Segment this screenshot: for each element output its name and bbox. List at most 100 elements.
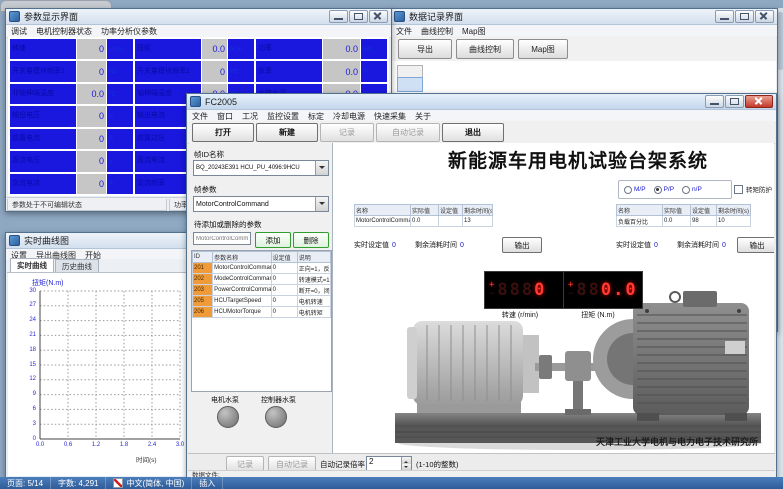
- minus-sign: −: [489, 290, 494, 299]
- maximize-button[interactable]: [725, 95, 744, 108]
- command-output-button[interactable]: 输出: [502, 237, 542, 253]
- record-titlebar[interactable]: 数据记录界面: [391, 9, 777, 25]
- speed-value: 0: [534, 280, 546, 300]
- language-indicator[interactable]: 中文(简体, 中国): [106, 477, 192, 489]
- record-toolbar-button-1[interactable]: 曲线控制: [456, 39, 514, 59]
- page-indicator[interactable]: 页面: 5/14: [0, 477, 51, 489]
- minimize-button[interactable]: [715, 10, 734, 23]
- main-menu-item-0[interactable]: 文件: [192, 111, 208, 122]
- table-row[interactable]: 202ModeControlCommand0转速模式=1，: [193, 274, 331, 285]
- cmd-table: 名称实际值设定值剩余时间(s)MotorControlCommand0.013: [354, 204, 493, 227]
- table-row[interactable]: 205HCUTargetSpeed0电机转速: [193, 296, 331, 307]
- insert-mode-indicator[interactable]: 插入: [192, 477, 223, 489]
- close-button[interactable]: [755, 10, 774, 23]
- record-menu-item-0[interactable]: 文件: [396, 26, 412, 37]
- main-titlebar[interactable]: FC2005: [187, 94, 776, 110]
- controller-pump-label: 控制器水泵: [261, 395, 296, 405]
- motor-pump-indicator[interactable]: [217, 406, 239, 428]
- param-menu-item-2[interactable]: 功率分析仪参数: [101, 26, 157, 37]
- cell: HCUMotorTorque: [213, 307, 271, 318]
- param-menu-item-0[interactable]: 调试: [11, 26, 27, 37]
- param-name-input[interactable]: [193, 232, 251, 245]
- controller-pump-indicator[interactable]: [265, 406, 287, 428]
- motor-pump-label: 电机水泵: [211, 395, 239, 405]
- word-count[interactable]: 字数: 4,291: [51, 477, 106, 489]
- toolbar-button-1[interactable]: 新建: [256, 123, 318, 142]
- param-titlebar[interactable]: 参数显示界面: [6, 9, 391, 25]
- cell: 201: [193, 263, 213, 274]
- speed-display-label: 转速 (r/min): [484, 310, 556, 320]
- load-table: 名称实际值设定值剩余时间(s)负载百分比0.09810: [616, 204, 750, 227]
- main-menu-item-2[interactable]: 工况: [242, 111, 258, 122]
- table-row[interactable]: MotorControlCommand0.013: [355, 216, 493, 227]
- main-menu-item-3[interactable]: 监控设置: [267, 111, 299, 122]
- rate-spinner[interactable]: 2: [366, 456, 412, 471]
- minimize-button[interactable]: [705, 95, 724, 108]
- minimize-button[interactable]: [329, 10, 348, 23]
- cell: 0.0: [411, 216, 439, 227]
- param-label: 开关量模块频率1: [10, 61, 76, 81]
- param-cell-group: 效率0.0%: [256, 61, 387, 81]
- load-output-button[interactable]: 输出: [737, 237, 774, 253]
- chevron-down-icon[interactable]: [315, 197, 328, 211]
- record-menu-item-2[interactable]: Map图: [462, 26, 486, 37]
- delete-param-button[interactable]: 删除: [293, 232, 329, 248]
- column-header: ID: [193, 252, 213, 263]
- chevron-down-icon[interactable]: [315, 161, 328, 175]
- table-row[interactable]: 201MotorControlCommand0正向=1，反向: [193, 263, 331, 274]
- close-button[interactable]: [745, 95, 773, 108]
- tab-realtime[interactable]: 实时曲线: [10, 258, 54, 272]
- main-menu-item-5[interactable]: 冷却电源: [333, 111, 365, 122]
- maximize-button[interactable]: [735, 10, 754, 23]
- param-cell-group: 扭矩0.0N.m: [135, 39, 254, 59]
- toolbar-button-3[interactable]: 自动记录: [376, 123, 440, 142]
- record-toolbar-button-2[interactable]: Map图: [518, 39, 568, 59]
- table-row[interactable]: 203PowerControlCommand0断开=0，闭合: [193, 285, 331, 296]
- table-row[interactable]: 负载百分比0.09810: [617, 216, 751, 227]
- record-menu-item-1[interactable]: 曲线控制: [421, 26, 453, 37]
- mode-radio-M/P[interactable]: M/P: [624, 186, 646, 194]
- can-param-table-container: ID参数名称设定值说明201MotorControlCommand0正向=1，反…: [191, 250, 332, 392]
- cell: 0: [271, 285, 297, 296]
- main-menu-item-4[interactable]: 标定: [308, 111, 324, 122]
- toolbar-button-4[interactable]: 退出: [442, 123, 504, 142]
- cell: 转速模式=1，: [297, 274, 330, 285]
- add-remove-label: 待添加或删除的参数: [194, 219, 262, 230]
- system-title: 新能源车用电机试验台架系统: [413, 146, 743, 173]
- param-value: 0.0: [202, 39, 227, 59]
- param-unit: Hz: [107, 61, 133, 81]
- param-label: 转速: [10, 39, 76, 59]
- frame-param-combobox[interactable]: MotorControlCommand: [193, 196, 329, 212]
- checkbox-icon[interactable]: [734, 185, 743, 194]
- radio-icon: [654, 186, 662, 194]
- frame-id-combobox[interactable]: BQ_20243E391 HCU_PU_4096:9HCU: [193, 160, 329, 176]
- maximize-button[interactable]: [349, 10, 368, 23]
- param-label: 非轴伸端温度: [10, 84, 76, 104]
- y-tick-label: 15: [12, 362, 36, 368]
- param-label: 直流电压: [10, 151, 76, 171]
- mode-radio-n/P[interactable]: n/P: [682, 186, 702, 194]
- param-unit: N.m: [228, 39, 254, 59]
- table-row[interactable]: 206HCUMotorTorque0电机转矩: [193, 307, 331, 318]
- main-menu-item-6[interactable]: 快速采集: [374, 111, 406, 122]
- close-button[interactable]: [369, 10, 388, 23]
- y-tick-label: 0: [12, 436, 36, 442]
- scrollbar-thumb[interactable]: [778, 12, 783, 70]
- add-param-button[interactable]: 添加: [255, 232, 291, 248]
- grid-selected-cell[interactable]: [397, 77, 423, 92]
- toolbar-button-0[interactable]: 打开: [192, 123, 254, 142]
- param-label: 前置电流: [10, 129, 76, 149]
- mode-radio-P/P[interactable]: P/P: [654, 186, 674, 194]
- main-menu-item-1[interactable]: 窗口: [217, 111, 233, 122]
- param-cell-group: 开关量模块频率20Hz: [135, 61, 254, 81]
- toolbar-button-2[interactable]: 记录: [320, 123, 374, 142]
- curve-titlebar[interactable]: 实时曲线图: [6, 233, 196, 249]
- set-label: 实时设定值: [616, 242, 651, 249]
- record-toolbar-button-0[interactable]: 导出: [398, 39, 452, 59]
- load-status-row: 实时设定值0: [616, 240, 658, 250]
- torque-protect-checkbox[interactable]: 转矩防护: [734, 184, 772, 194]
- tab-history[interactable]: 历史曲线: [55, 259, 99, 272]
- param-menu-item-1[interactable]: 电机控制器状态: [36, 26, 92, 37]
- y-tick-label: 18: [12, 347, 36, 353]
- main-menu-item-7[interactable]: 关于: [415, 111, 431, 122]
